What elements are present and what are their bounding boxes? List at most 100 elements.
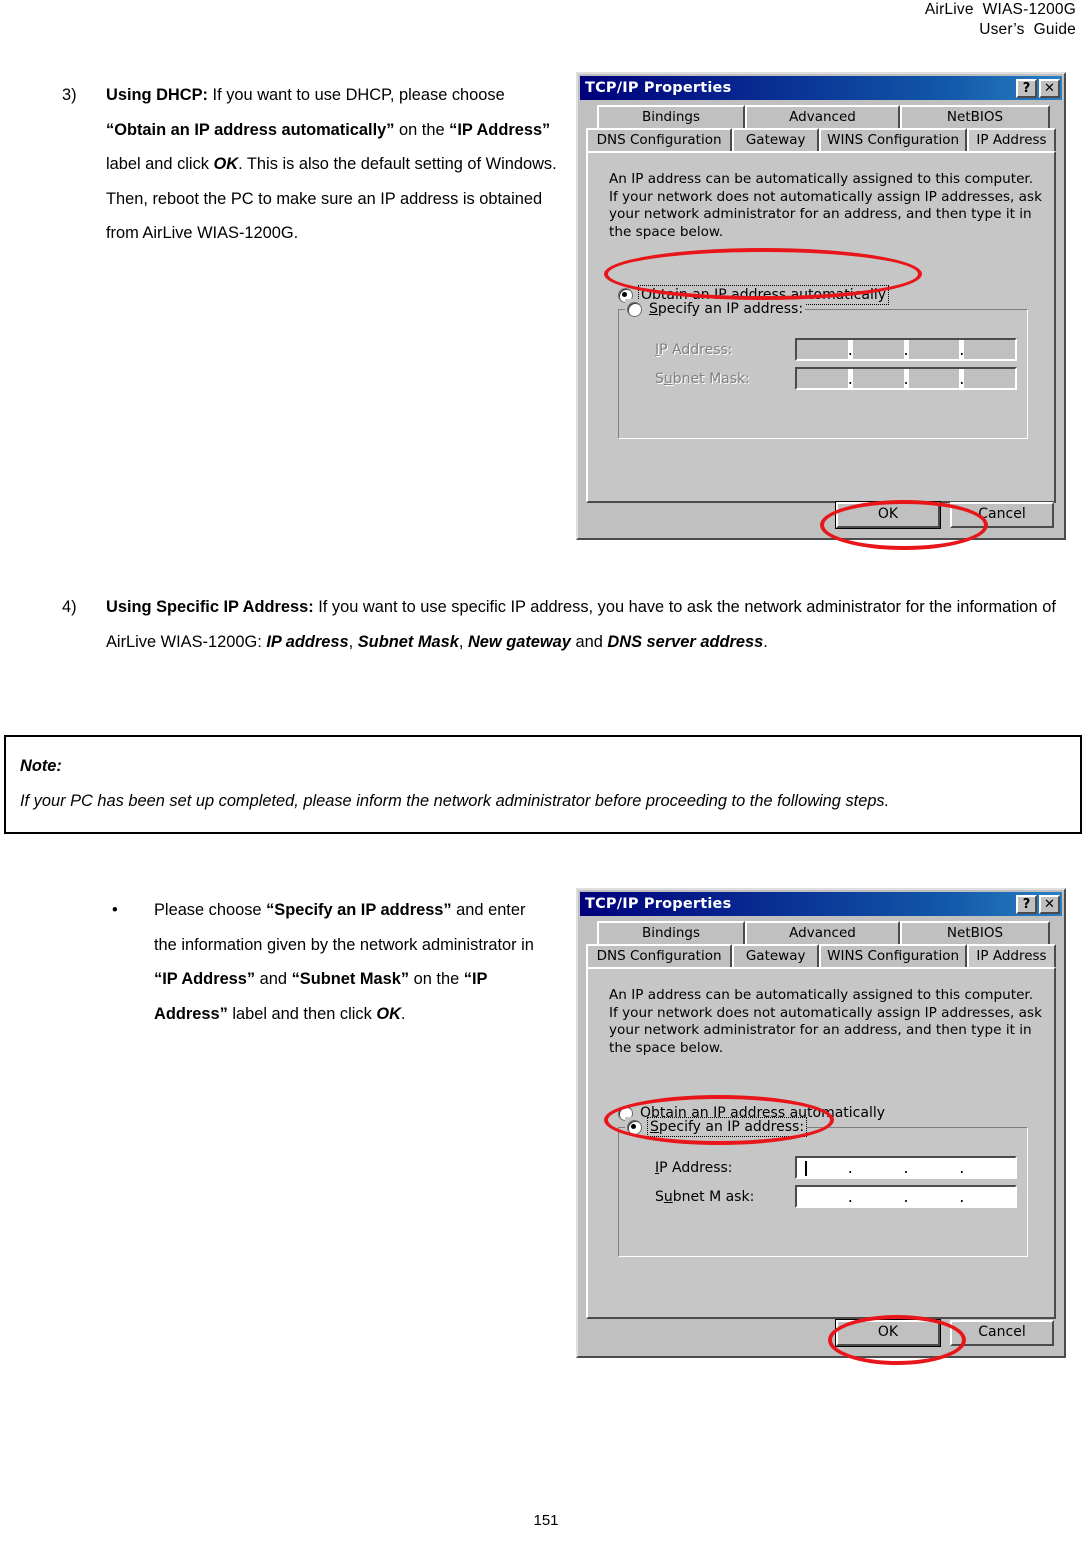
dialog2-titlebar[interactable]: TCP/IP Properties ? ✕ [580,892,1062,916]
subnet-mask-input[interactable]: ... [795,367,1017,390]
tab-gateway[interactable]: Gateway [732,944,820,967]
tab-dns-configuration[interactable]: DNS Configuration [586,944,733,967]
tab-gateway[interactable]: Gateway [732,128,820,151]
dialog2-radio-specify-ip[interactable]: Specify an IP address: [625,1117,808,1137]
dialog2-tabstrip: Bindings Advanced NetBIOS DNS Configurat… [586,921,1056,967]
dialog2-desc-line-1: An IP address can be automatically assig… [609,987,1034,1003]
item4-bold-lead: Using Specific IP Address: [106,598,314,616]
item3-bolditalic-1: OK [213,155,239,173]
radio-button-icon[interactable] [627,1119,642,1135]
help-icon[interactable]: ? [1016,894,1037,914]
dialog1-title: TCP/IP Properties [585,80,732,96]
dialog1-tabpanel: An IP address can be automatically assig… [586,151,1056,503]
tcpip-properties-dialog-dhcp[interactable]: TCP/IP Properties ? ✕ Bindings Advanced … [576,72,1066,540]
close-icon[interactable]: ✕ [1039,78,1060,98]
item3-bold-1: “Obtain an IP address automatically” [106,120,395,139]
item3-text-2: on the [394,120,450,139]
dialog1-desc-line-3: your network administrator for an addres… [609,206,1032,222]
tab-bindings[interactable]: Bindings [597,921,745,944]
dialog2-desc-line-4: the space below. [609,1039,724,1056]
bullet-marker: • [112,901,118,919]
dialog1-subnet-mask-label: Subnet Mask: [655,370,750,387]
note-title: Note: [20,757,62,775]
list-item-3: 3) Using DHCP: If you want to use DHCP, … [62,78,558,251]
dialog1-description: An IP address can be automatically assig… [609,171,1042,241]
header-line-product: AirLive WIAS-1200G [924,1,1076,18]
dialog2-desc-line-3: your network administrator for an addres… [609,1022,1032,1038]
bullet-text-6: . [400,1004,406,1023]
dialog2-subnet-mask-label: Subnet M ask: [655,1188,755,1205]
item3-bold-lead: Using DHCP: [106,86,208,104]
dialog2-title: TCP/IP Properties [585,896,732,912]
dialog2-tabrow-1: Bindings Advanced NetBIOS [586,921,1056,944]
bullet-bolditalic-1: OK [376,1004,401,1023]
item4-bolditalic-4: DNS server address [607,632,764,651]
bullet-bold-2: “IP Address” [154,970,256,988]
dialog1-titlebar[interactable]: TCP/IP Properties ? ✕ [580,76,1062,100]
ok-button[interactable]: OK [835,1319,941,1347]
tab-ip-address[interactable]: IP Address [967,944,1056,967]
dialog1-button-row: OK Cancel [835,501,1054,529]
list-item-4-body: Using Specific IP Address: If you want t… [106,590,1062,659]
bullet-bold-3: “Subnet Mask” [291,970,410,988]
list-item-4: 4) Using Specific IP Address: If you wan… [62,590,1062,659]
close-icon[interactable]: ✕ [1039,894,1060,914]
item3-text-1: If you want to use DHCP, please choose [208,86,505,104]
tab-advanced[interactable]: Advanced [745,105,900,128]
help-icon[interactable]: ? [1016,78,1037,98]
dialog2-subnet-mask-row: Subnet M ask: ... [655,1185,1017,1208]
bullet-text-1: Please choose [154,901,267,919]
item4-bolditalic-1: IP address [266,632,349,651]
page-number: 151 [533,1512,559,1529]
tab-netbios[interactable]: NetBIOS [900,105,1050,128]
dialog1-tabrow-2: DNS Configuration Gateway WINS Configura… [586,128,1056,151]
radio-button-icon[interactable] [627,301,642,317]
ok-button[interactable]: OK [835,501,941,529]
dialog1-ip-address-label: IP Address: [655,341,733,358]
item4-text-2: and [570,632,608,651]
dialog2-button-row: OK Cancel [835,1319,1054,1347]
dialog2-ip-address-row: IP Address: ... [655,1156,1017,1179]
dialog2-tabpanel: An IP address can be automatically assig… [586,967,1056,1319]
dialog1-subnet-mask-row: Subnet Mask: ... [655,367,1017,390]
tab-bindings[interactable]: Bindings [597,105,745,128]
dialog1-desc-line-4: the space below. [609,223,724,240]
dialog1-specify-groupbox: Specify an IP address: IP Address: ... S… [618,299,1028,439]
dialog2-desc-line-2: If your network does not automatically a… [609,1004,1042,1021]
bullet-text-3: and [255,970,292,988]
list-marker: 3) [62,86,77,104]
ip-address-input[interactable]: ... [795,338,1017,361]
item4-bolditalic-2: Subnet Mask [357,632,459,651]
tab-dns-configuration[interactable]: DNS Configuration [586,128,733,151]
note-text: If your PC has been set up completed, pl… [20,791,890,810]
tab-wins-configuration[interactable]: WINS Configuration [819,128,968,151]
dialog1-radio-specify-label: Specify an IP address: [649,301,804,317]
bullet-list-item: • Please choose “Specify an IP address” … [112,893,552,1031]
dialog1-ip-address-row: IP Address: ... [655,338,1017,361]
ip-address-input[interactable]: ... [795,1156,1017,1179]
dialog1-radio-specify-ip[interactable]: Specify an IP address: [625,299,806,319]
note-box: Note: If your PC has been set up complet… [4,735,1082,834]
tab-netbios[interactable]: NetBIOS [900,921,1050,944]
bullet-text-5: label and then click [227,1004,377,1023]
dialog2-tabrow-2: DNS Configuration Gateway WINS Configura… [586,944,1056,967]
dialog1-tabrow-1: Bindings Advanced NetBIOS [586,105,1056,128]
dialog2-ip-address-label: IP Address: [655,1159,733,1176]
dialog1-desc-line-2: If your network does not automatically a… [609,188,1042,205]
tab-advanced[interactable]: Advanced [745,921,900,944]
cancel-button[interactable]: Cancel [950,502,1054,528]
item4-text-3: . [763,632,768,651]
tab-wins-configuration[interactable]: WINS Configuration [819,944,968,967]
bullet-bold-1: “Specify an IP address” [266,901,452,919]
dialog2-radio-specify-label: Specify an IP address: [646,1117,808,1137]
bullet-text-4: on the [409,970,464,988]
item3-text-3: label and click [106,155,214,173]
subnet-mask-input[interactable]: ... [795,1185,1017,1208]
tcpip-properties-dialog-specific-ip[interactable]: TCP/IP Properties ? ✕ Bindings Advanced … [576,888,1066,1358]
item3-bold-2: “IP Address” [449,120,551,139]
item4-bolditalic-3: New gateway [467,632,571,651]
cancel-button[interactable]: Cancel [950,1320,1054,1346]
dialog1-tabstrip: Bindings Advanced NetBIOS DNS Configurat… [586,105,1056,151]
dialog1-desc-line-1: An IP address can be automatically assig… [609,171,1034,187]
tab-ip-address[interactable]: IP Address [967,128,1056,151]
